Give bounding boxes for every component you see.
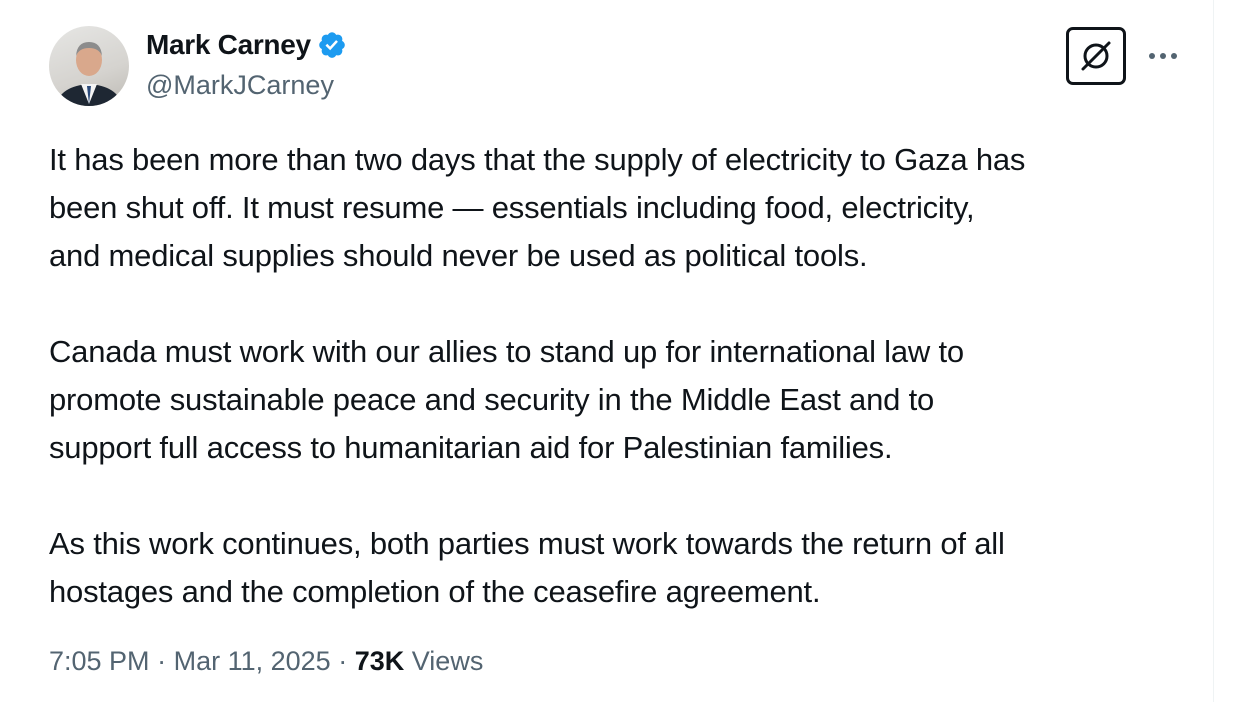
avatar-portrait-icon: [55, 42, 123, 106]
tweet-metadata: 7:05 PM · Mar 11, 2025 · 73K Views: [49, 646, 483, 677]
tweet-line: hostages and the completion of the cease…: [49, 574, 821, 609]
tweet-text: It has been more than two days that the …: [49, 136, 1189, 616]
tweet-line: It has been more than two days that the …: [49, 142, 1026, 177]
avatar[interactable]: [49, 26, 129, 106]
tweet-line: promote sustainable peace and security i…: [49, 382, 935, 417]
tweet-time[interactable]: 7:05 PM: [49, 646, 150, 676]
more-options-button[interactable]: [1143, 36, 1183, 76]
author-handle[interactable]: @MarkJCarney: [146, 70, 334, 101]
tweet-paragraph: As this work continues, both parties mus…: [49, 520, 1189, 616]
grok-button[interactable]: [1066, 27, 1126, 85]
author-display-name[interactable]: Mark Carney: [146, 29, 347, 61]
views-count: 73K: [354, 646, 405, 676]
more-dots-icon: [1149, 53, 1177, 59]
grok-icon: [1081, 41, 1111, 71]
meta-separator: ·: [157, 646, 167, 676]
verified-badge-icon: [317, 30, 347, 60]
tweet-line: been shut off. It must resume — essentia…: [49, 190, 975, 225]
tweet-date[interactable]: Mar 11, 2025: [174, 646, 331, 676]
views-label: Views: [411, 646, 484, 676]
meta-separator: ·: [338, 646, 348, 676]
tweet-paragraph: It has been more than two days that the …: [49, 136, 1189, 280]
tweet-line: support full access to humanitarian aid …: [49, 430, 893, 465]
tweet-paragraph: Canada must work with our allies to stan…: [49, 328, 1189, 472]
views-link[interactable]: 73K Views: [355, 646, 484, 676]
author-name-text: Mark Carney: [146, 29, 311, 60]
tweet-line: and medical supplies should never be use…: [49, 238, 868, 273]
timeline-column-border: [1213, 0, 1214, 702]
tweet-line: As this work continues, both parties mus…: [49, 526, 1005, 561]
tweet-line: Canada must work with our allies to stan…: [49, 334, 964, 369]
